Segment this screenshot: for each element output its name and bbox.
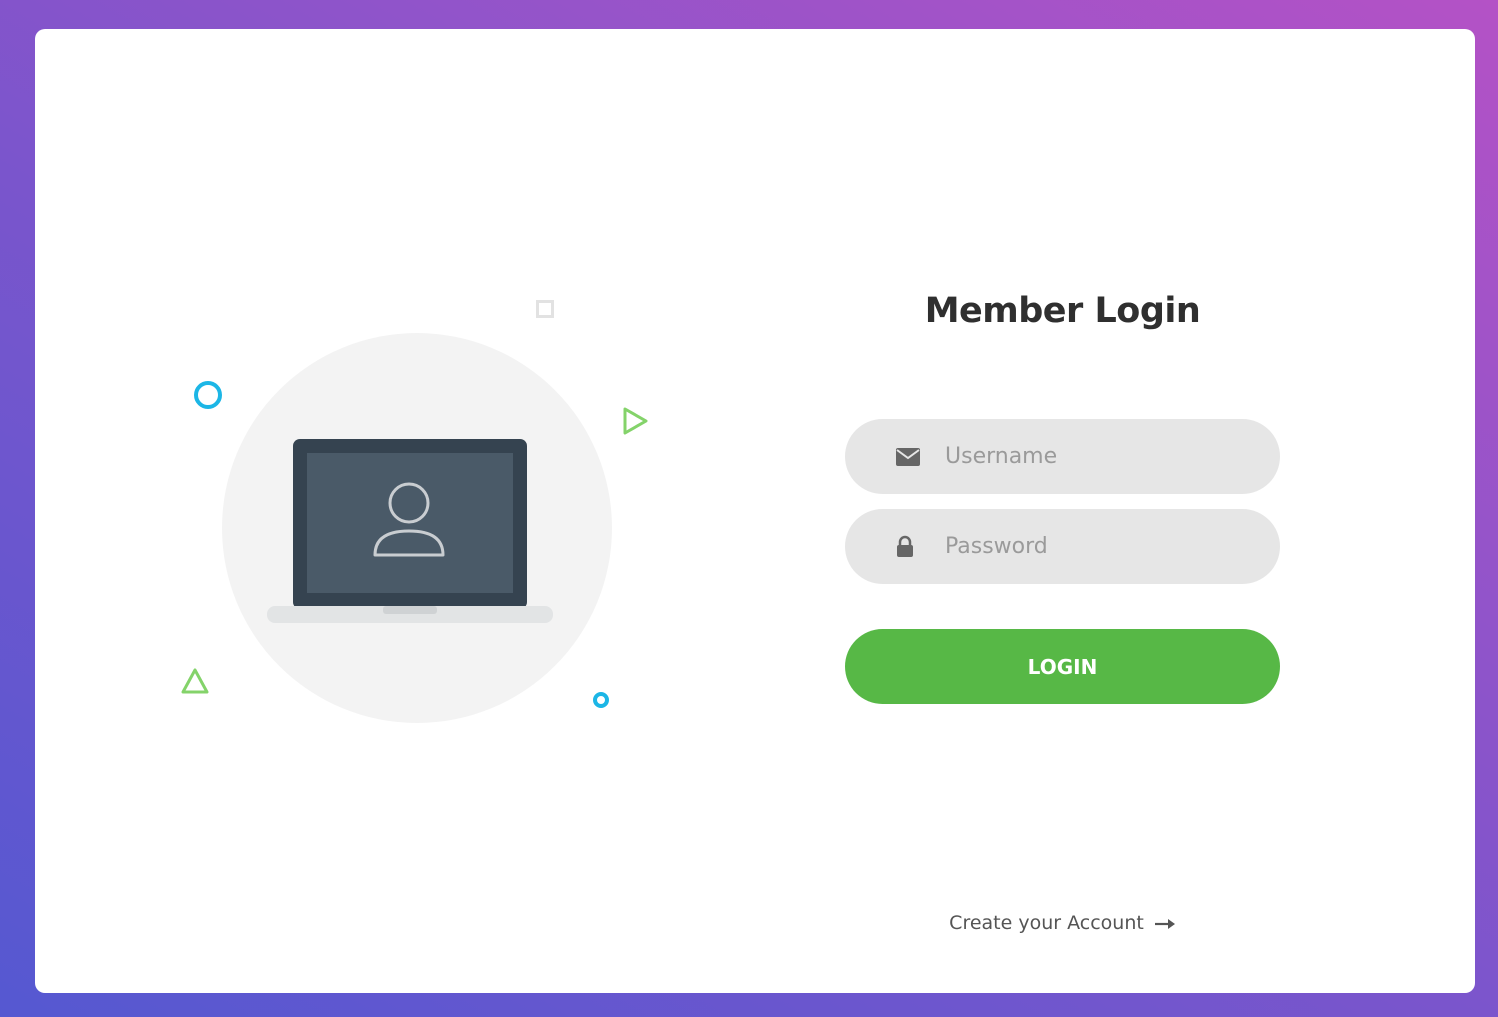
page-title: Member Login — [924, 291, 1201, 331]
username-field[interactable] — [845, 419, 1280, 494]
arrow-right-icon — [1154, 918, 1175, 929]
decorative-ring-icon — [194, 381, 222, 409]
login-form: Member Login LOGIN Create your Account — [845, 29, 1280, 993]
login-button[interactable]: LOGIN — [845, 629, 1280, 704]
lock-icon — [897, 535, 913, 557]
login-card: Member Login LOGIN Create your Account — [35, 29, 1475, 993]
decorative-triangle-up-icon — [181, 668, 209, 694]
password-field[interactable] — [845, 509, 1280, 584]
decorative-small-ring-icon — [593, 692, 609, 708]
envelope-icon — [896, 448, 920, 466]
create-account-link[interactable]: Create your Account — [845, 912, 1280, 934]
password-input[interactable] — [945, 509, 1255, 584]
decorative-triangle-right-icon — [623, 407, 648, 435]
laptop-user-icon — [267, 439, 553, 623]
username-input[interactable] — [945, 419, 1255, 494]
create-account-label: Create your Account — [949, 912, 1144, 934]
decorative-square-icon — [536, 300, 554, 318]
login-illustration — [35, 29, 735, 993]
